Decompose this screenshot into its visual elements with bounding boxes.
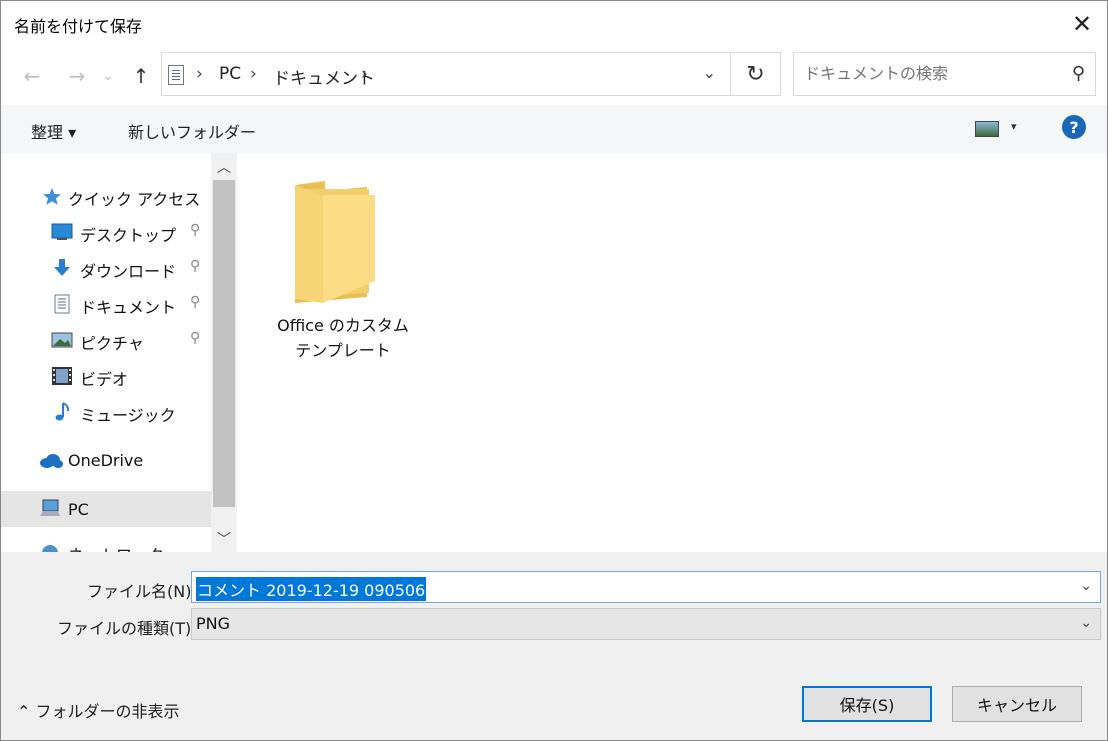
address-dropdown-icon[interactable]: ⌄ xyxy=(703,63,716,82)
save-as-dialog: 名前を付けて保存 ✕ ← → ⌄ ↑ › PC › ドキュメント › ⌄ ↻ ⚲… xyxy=(0,0,1108,741)
command-toolbar: 整理 ▾ 新しいフォルダー xyxy=(1,105,1107,153)
desktop-icon xyxy=(51,223,73,240)
chevron-down-icon[interactable]: ⌄ xyxy=(1080,578,1092,594)
scroll-up-icon[interactable]: ︿ xyxy=(217,157,231,177)
breadcrumb-separator-icon[interactable]: › xyxy=(196,64,203,84)
sidebar-item-quick-access[interactable]: クイック アクセス xyxy=(1,179,211,213)
scrollbar-thumb[interactable] xyxy=(213,180,235,507)
sidebar-item-documents[interactable]: ドキュメント ⚲ xyxy=(1,287,211,321)
chevron-down-icon[interactable]: ⌄ xyxy=(1080,615,1092,631)
sidebar-item-label: ピクチャ xyxy=(80,334,144,353)
sidebar-item-network[interactable]: ネットワーク xyxy=(1,539,211,552)
sidebar-item-desktop[interactable]: デスクトップ ⚲ xyxy=(1,215,211,249)
save-button[interactable]: 保存(S) xyxy=(802,686,932,722)
computer-icon xyxy=(40,499,60,516)
search-box[interactable]: ⚲ xyxy=(793,52,1096,96)
search-icon[interactable]: ⚲ xyxy=(1072,63,1085,84)
filetype-select[interactable]: PNG ⌄ xyxy=(191,608,1101,640)
sidebar-item-label: PC xyxy=(68,500,89,519)
document-icon xyxy=(54,294,70,314)
sidebar-item-label: OneDrive xyxy=(68,451,144,470)
filename-label: ファイル名(N): xyxy=(87,582,197,601)
hide-folders-button[interactable]: ⌃ フォルダーの非表示 xyxy=(17,698,180,722)
network-icon xyxy=(42,545,58,552)
forward-arrow-icon[interactable]: → xyxy=(64,61,90,91)
pin-icon[interactable]: ⚲ xyxy=(190,330,200,346)
navigation-pane: クイック アクセス デスクトップ ⚲ ダウンロード ⚲ ドキュメント ⚲ ピクチ… xyxy=(1,153,238,552)
cancel-button[interactable]: キャンセル xyxy=(952,686,1082,722)
sidebar-item-onedrive[interactable]: OneDrive xyxy=(1,444,211,478)
navigation-pane-scrollbar[interactable]: ︿ ﹀ xyxy=(211,153,237,552)
search-input[interactable] xyxy=(802,63,1056,84)
sidebar-item-label: ミュージック xyxy=(80,406,176,425)
address-bar[interactable]: › PC › ドキュメント › ⌄ xyxy=(161,52,731,96)
music-icon xyxy=(55,402,70,421)
sidebar-item-pc[interactable]: PC xyxy=(1,491,211,527)
download-icon xyxy=(54,259,70,276)
new-folder-button[interactable]: 新しいフォルダー xyxy=(128,119,256,143)
pin-icon[interactable]: ⚲ xyxy=(190,258,200,274)
change-view-icon[interactable] xyxy=(975,121,999,137)
star-icon xyxy=(43,188,61,205)
breadcrumb-documents[interactable]: ドキュメント xyxy=(273,64,375,89)
filetype-label: ファイルの種類(T): xyxy=(57,619,197,638)
breadcrumb-separator-icon[interactable]: › xyxy=(361,64,368,84)
breadcrumb-separator-icon[interactable]: › xyxy=(250,64,257,84)
back-arrow-icon[interactable]: ← xyxy=(19,61,45,91)
video-icon xyxy=(52,367,72,385)
folder-icon[interactable] xyxy=(295,181,377,303)
pin-icon[interactable]: ⚲ xyxy=(190,222,200,238)
filetype-value: PNG xyxy=(196,614,231,633)
sidebar-item-label: ネットワーク xyxy=(68,542,164,552)
folder-name-line: Office のカスタム xyxy=(277,316,409,335)
sidebar-item-pictures[interactable]: ピクチャ ⚲ xyxy=(1,323,211,357)
help-icon[interactable]: ? xyxy=(1062,115,1086,139)
up-arrow-icon[interactable]: ↑ xyxy=(128,61,154,91)
navigation-bar: ← → ⌄ ↑ › PC › ドキュメント › ⌄ ↻ ⚲ xyxy=(1,47,1107,105)
organize-button[interactable]: 整理 ▾ xyxy=(31,119,76,143)
refresh-button[interactable]: ↻ xyxy=(731,52,781,96)
sidebar-item-label: デスクトップ xyxy=(80,226,177,245)
sidebar-item-label: ダウンロード xyxy=(80,262,177,281)
close-icon[interactable]: ✕ xyxy=(1065,7,1099,41)
sidebar-item-videos[interactable]: ビデオ xyxy=(1,359,211,393)
breadcrumb-pc[interactable]: PC xyxy=(219,64,241,84)
folder-item-office-templates[interactable]: Office のカスタム テンプレート xyxy=(263,313,423,363)
sidebar-item-label: ドキュメント xyxy=(80,298,177,317)
recent-locations-icon[interactable]: ⌄ xyxy=(99,61,117,91)
view-options-chevron-icon[interactable]: ▾ xyxy=(1011,120,1017,133)
picture-icon xyxy=(51,332,73,348)
sidebar-item-downloads[interactable]: ダウンロード ⚲ xyxy=(1,251,211,285)
title-bar: 名前を付けて保存 ✕ xyxy=(1,1,1107,47)
folder-name-line: テンプレート xyxy=(295,341,391,360)
document-location-icon xyxy=(168,65,184,85)
dialog-title: 名前を付けて保存 xyxy=(14,17,143,36)
cloud-icon xyxy=(40,454,63,468)
sidebar-item-label: クイック アクセス xyxy=(68,190,201,209)
filename-field[interactable]: コメント 2019-12-19 090506 ⌄ xyxy=(191,571,1101,603)
pin-icon[interactable]: ⚲ xyxy=(190,294,200,310)
sidebar-item-music[interactable]: ミュージック xyxy=(1,395,211,429)
sidebar-item-label: ビデオ xyxy=(80,370,129,389)
refresh-icon: ↻ xyxy=(746,61,765,87)
filename-value[interactable]: コメント 2019-12-19 090506 xyxy=(196,577,427,601)
scroll-down-icon[interactable]: ﹀ xyxy=(217,529,231,549)
